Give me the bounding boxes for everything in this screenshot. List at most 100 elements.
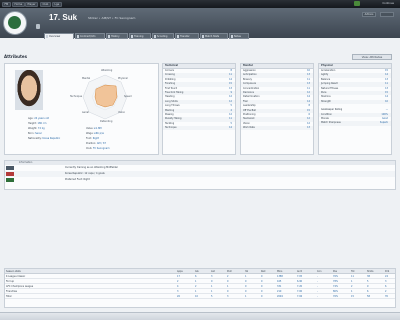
stats-value: 2094 — [277, 295, 283, 298]
confirm-icon[interactable] — [354, 1, 360, 7]
club-menu-button[interactable]: Club — [40, 1, 51, 7]
notes-icon — [230, 35, 233, 38]
header-options-button[interactable] — [380, 12, 394, 17]
physical-attribute-label: Balance — [321, 77, 331, 81]
top-menu-bar: FM Home Player Club Lge Continue — [0, 0, 400, 8]
technical-attribute-row[interactable]: Technique 14 — [163, 126, 235, 131]
physical-attribute-label: Agility — [321, 73, 329, 77]
stats-value: 0 — [261, 295, 263, 298]
league-menu-button[interactable]: Lge — [52, 1, 62, 7]
transfer-icon — [176, 35, 179, 38]
flag-icon — [6, 166, 14, 170]
physical-attribute-row[interactable]: Strength 10 — [319, 99, 391, 105]
technical-attribute-label: Free Kick Taking — [165, 90, 184, 94]
mental-attribute-row[interactable]: Work Rate 13 — [241, 126, 313, 131]
player-surname: Suk — [62, 13, 78, 22]
lock-icon — [36, 24, 40, 29]
mental-attribute-label: Anticipation — [243, 73, 257, 77]
stats-value: 1 — [245, 295, 247, 298]
technical-attribute-label: Technique — [165, 126, 177, 130]
mental-attribute-value: 13 — [307, 126, 310, 130]
technical-attribute-value: 14 — [229, 126, 232, 130]
physical-attribute-label: Acceleration — [321, 69, 336, 72]
detail-club: Club: FC Seongnam — [86, 147, 110, 150]
fm-menu-button[interactable]: FM — [2, 1, 11, 7]
physical-attributes: Physical Acceleration 15 Agility 14 Balance 1… — [318, 63, 392, 155]
radar-label-defending: Defending — [100, 120, 113, 123]
tab-contract[interactable]: Contract/Info — [75, 33, 105, 39]
stats-value: - — [317, 295, 318, 298]
radar-label-physical: Physical — [118, 77, 128, 80]
detail-born: Born: Seoul — [28, 132, 42, 135]
overview-icon — [45, 35, 48, 38]
information-row[interactable]: Preferred Foot: Right — [5, 177, 395, 183]
detail-weight: Weight: 72 kg — [28, 127, 45, 130]
tab-overview[interactable]: Overview — [44, 33, 74, 39]
contract-icon — [76, 35, 79, 38]
mental-attribute-label: Aggression — [243, 69, 256, 72]
information-table: Information Currently training as an Att… — [4, 160, 396, 190]
mental-attribute-label: Positioning — [243, 112, 256, 116]
status-bar — [0, 312, 400, 320]
scouting-icon — [153, 35, 156, 38]
stats-icon — [201, 35, 204, 38]
technical-attribute-label: Dribbling — [165, 77, 176, 81]
mental-attribute-label: Vision — [243, 121, 250, 125]
physical-attribute-label: Pace — [321, 90, 327, 94]
actions-button[interactable]: Actions — [362, 12, 376, 17]
information-text: Preferred Foot: Right — [65, 178, 90, 181]
mental-attribute-label: Flair — [243, 99, 248, 103]
stats-value: 26 — [177, 295, 180, 298]
club-badge-icon[interactable] — [3, 11, 27, 35]
tab-training[interactable]: Training — [129, 33, 151, 39]
training-icon — [130, 35, 133, 38]
stats-row[interactable]: Total 26 10 5 3 1 0 2094 7.06-76% 15 58 35 — [5, 294, 395, 299]
player-menu-button[interactable]: Player — [25, 1, 39, 7]
continue-button[interactable]: Continue — [382, 2, 394, 5]
player-subtitle: Striker • AM/ST • FC Seongnam — [88, 16, 136, 20]
player-status-label: Condition — [321, 112, 332, 116]
flag-icon — [6, 178, 14, 182]
stats-value: 3 — [227, 295, 229, 298]
mental-attribute-label: Concentration — [243, 86, 260, 90]
radar-label-mental: Mental — [82, 77, 91, 80]
radar-label-speed: Speed — [124, 95, 132, 98]
mental-attribute-label: Decisions — [243, 90, 254, 94]
technical-attribute-label: Tackling — [165, 121, 175, 125]
mental-attributes: Mental Aggression 10 Anticipation 13 Bravery… — [240, 63, 314, 155]
physical-attribute-label: Stamina — [321, 95, 331, 99]
physical-attribute-label: Strength — [321, 99, 331, 103]
technical-attribute-label: Penalty Taking — [165, 117, 182, 121]
mental-attribute-label: Determination — [243, 95, 260, 99]
detail-position: Position: AM / ST — [86, 142, 106, 145]
player-status-label: Morale — [321, 116, 329, 120]
technical-attribute-label: Long Shots — [165, 99, 178, 103]
mental-attribute-label: Off the Ball — [243, 108, 256, 112]
player-name: 17. Suk — [49, 13, 77, 22]
technical-attribute-label: First Touch — [165, 86, 178, 90]
stats-value: 10 — [195, 295, 198, 298]
season-stats-table: Season stats Apps Gls Ast Pom Yel Red Mins Av RC… — [4, 268, 396, 308]
radar-label-aerial: Aerial — [82, 111, 89, 114]
physical-attribute-value: 10 — [385, 99, 388, 103]
technical-attribute-label: Long Throws — [165, 104, 180, 108]
tab-history[interactable]: History — [106, 33, 128, 39]
tab-match-stats[interactable]: Match Stats — [200, 33, 228, 39]
mental-attribute-label: Teamwork — [243, 117, 255, 121]
technical-attribute-label: Crossing — [165, 73, 175, 77]
radar-shape — [94, 84, 118, 108]
tab-transfer[interactable]: Transfer — [175, 33, 199, 39]
tab-notes[interactable]: Notes — [229, 33, 249, 39]
history-icon — [107, 35, 110, 38]
detail-foot: Foot: Right — [86, 137, 100, 140]
tab-scouting[interactable]: Scouting — [152, 33, 174, 39]
mental-attribute-label: Bravery — [243, 77, 253, 81]
view-selector-button[interactable]: View: Attributes — [352, 54, 392, 60]
stats-value: 76% — [333, 295, 339, 298]
stats-value: 5 — [211, 295, 213, 298]
player-status-row[interactable]: Match Sharpness Superb — [319, 121, 391, 126]
home-button[interactable]: Home — [12, 1, 25, 7]
squad-number: 17. — [49, 13, 61, 22]
detail-value: Value: £1.8M — [86, 127, 102, 130]
player-status-label: Match Sharpness — [321, 121, 341, 125]
